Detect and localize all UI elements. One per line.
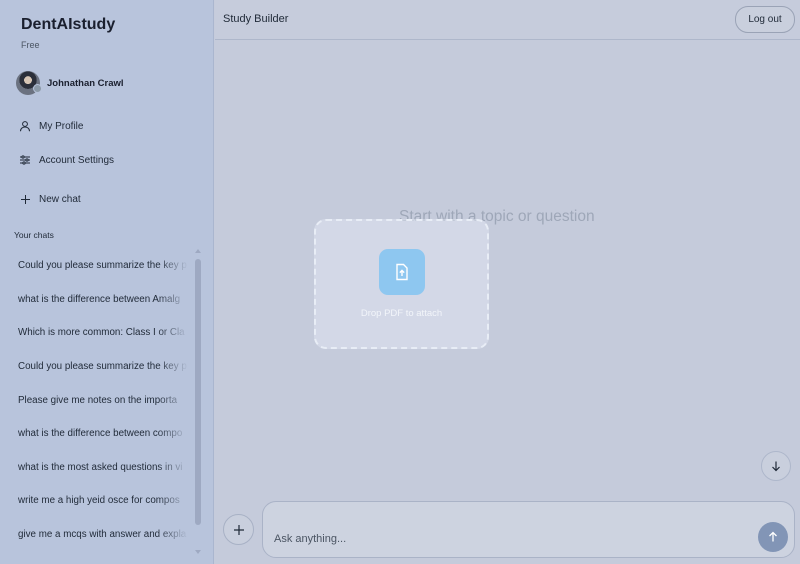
attach-button[interactable] (223, 514, 254, 545)
chat-item[interactable]: Could you please summarize the key p (18, 249, 188, 283)
chat-item[interactable]: Which is more common: Class I or Cla (18, 316, 188, 350)
chat-list: Could you please summarize the key p wha… (18, 249, 188, 551)
chat-item[interactable]: write me a high yeid osce for compos (18, 484, 188, 518)
chat-item[interactable]: Please give me notes on the importa (18, 383, 188, 417)
pdf-drop-zone[interactable]: Drop PDF to attach (314, 219, 489, 349)
plan-label: Free (21, 40, 40, 50)
nav-account-settings[interactable]: Account Settings (18, 153, 114, 167)
chat-item[interactable]: give me a mcqs with answer and expla (18, 518, 188, 552)
status-dot (33, 84, 42, 93)
scroll-down-arrow-icon[interactable] (194, 549, 202, 555)
file-upload-icon (379, 249, 425, 295)
avatar (16, 71, 42, 95)
plus-icon (18, 192, 32, 206)
top-bar: Study Builder Log out (215, 0, 800, 40)
page-title: Study Builder (223, 13, 289, 25)
message-input[interactable] (274, 533, 734, 545)
arrow-up-icon (769, 531, 777, 542)
scroll-to-bottom-button[interactable] (761, 451, 791, 481)
sidebar-scrollbar[interactable] (195, 259, 201, 525)
plus-icon (233, 524, 244, 535)
drop-zone-label: Drop PDF to attach (360, 308, 443, 319)
nav-my-profile[interactable]: My Profile (18, 119, 83, 133)
new-chat-button[interactable]: New chat (18, 192, 81, 206)
sliders-icon (18, 153, 32, 167)
scroll-up-arrow-icon[interactable] (194, 248, 202, 254)
nav-my-profile-label: My Profile (39, 120, 84, 132)
chat-item[interactable]: what is the most asked questions in vi (18, 451, 188, 485)
user-name: Johnathan Crawl (47, 77, 124, 89)
chat-item[interactable]: what is the difference between compo (18, 417, 188, 451)
message-composer (262, 501, 795, 558)
chats-section-title: Your chats (14, 230, 54, 240)
user-icon (18, 119, 32, 133)
arrow-down-icon (772, 461, 780, 472)
new-chat-label: New chat (39, 193, 81, 205)
nav-account-settings-label: Account Settings (39, 154, 115, 166)
chat-item[interactable]: Could you please summarize the key p (18, 350, 188, 384)
sidebar: DentAIstudy Free Johnathan Crawl My Prof… (0, 0, 214, 564)
send-button[interactable] (758, 522, 788, 552)
chat-item[interactable]: what is the difference between Amalg (18, 283, 188, 317)
user-profile[interactable]: Johnathan Crawl (16, 70, 124, 96)
app-logo-text[interactable]: DentAIstudy (21, 16, 115, 34)
logout-button[interactable]: Log out (735, 6, 795, 33)
